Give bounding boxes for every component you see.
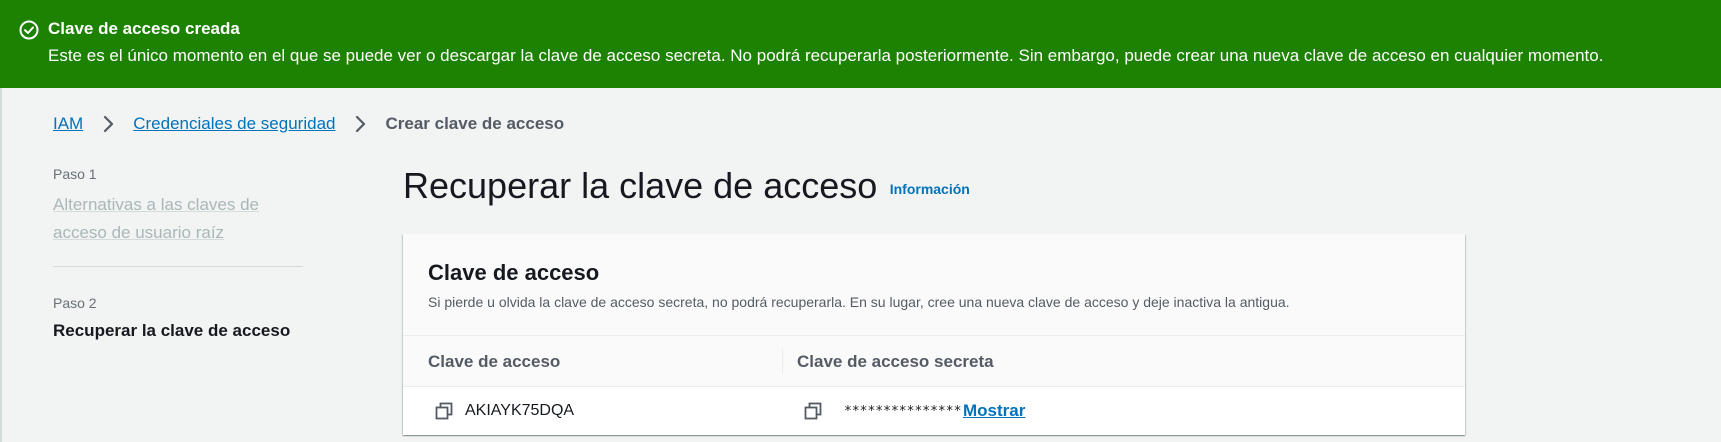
flash-message: Este es el único momento en el que se pu… [48,46,1604,65]
column-header-access-key: Clave de acceso [428,352,561,371]
secret-key-masked: *************** [844,404,962,419]
access-key-container: Clave de acceso Si pierde u olvida la cl… [403,234,1465,435]
chevron-right-icon [104,115,114,133]
step-1-label: Paso 1 [53,166,97,182]
step-2-label: Paso 2 [53,295,97,311]
flash-title: Clave de acceso creada [48,19,240,38]
access-key-value: AKIAYK75DQA [465,402,575,419]
show-secret-link[interactable]: Mostrar [963,400,1025,422]
success-flashbar: Clave de acceso creada Este es el único … [0,0,1721,88]
copy-icon[interactable] [803,401,823,421]
container-header: Clave de acceso Si pierde u olvida la cl… [403,234,1465,336]
page-left-border [0,88,2,442]
chevron-right-icon [356,115,366,133]
info-link[interactable]: Información [890,181,970,197]
table-row: AKIAYK75DQA *************** Mostrar [403,387,1465,435]
step-2-title: Recuperar la clave de acceso [53,321,291,340]
table-header-row: Clave de acceso Clave de acceso secreta [403,336,1465,387]
page-title: Recuperar la clave de acceso [403,165,878,206]
column-header-secret-key: Clave de acceso secreta [797,352,994,371]
step-1-link: Alternativas a las claves de acceso de u… [53,195,259,242]
breadcrumb-credentials-link[interactable]: Credenciales de seguridad [133,112,335,136]
column-divider [782,348,783,374]
breadcrumb-iam-link[interactable]: IAM [53,112,83,136]
container-description: Si pierde u olvida la clave de acceso se… [428,294,1290,310]
step-divider [53,266,303,267]
copy-icon[interactable] [434,401,454,421]
wizard-steps: Paso 1 Alternativas a las claves de acce… [53,165,303,342]
container-title: Clave de acceso [428,260,600,285]
breadcrumb-current: Crear clave de acceso [385,114,565,133]
breadcrumb: IAM Credenciales de seguridad Crear clav… [53,112,564,136]
page-header: Recuperar la clave de acceso Información [403,164,970,208]
check-circle-icon [19,20,39,40]
